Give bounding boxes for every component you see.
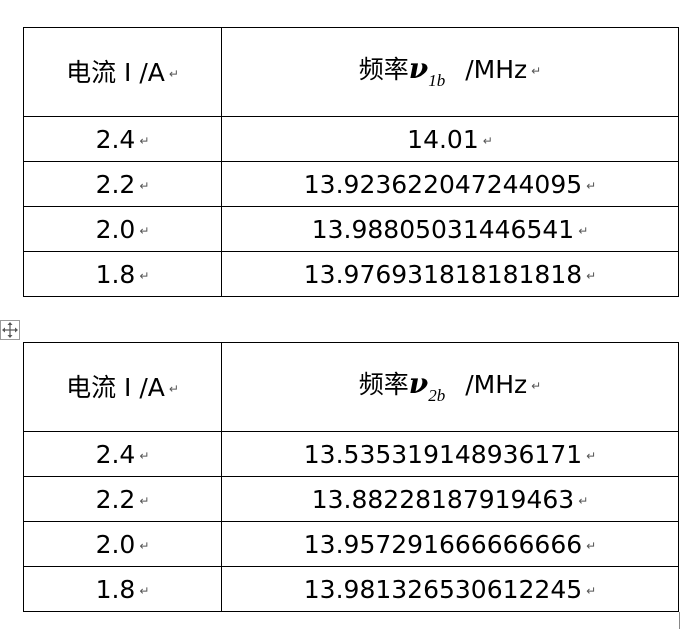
current-cell: 1.8 ↵ xyxy=(23,566,222,612)
table-row: 1.8 ↵ 13.976931818181818 ↵ xyxy=(23,251,679,297)
table-row: 2.4 ↵ 13.535319148936171 ↵ xyxy=(23,431,679,477)
paragraph-mark: ↵ xyxy=(531,379,542,393)
paragraph-mark: ↵ xyxy=(168,381,179,396)
paragraph-mark: ↵ xyxy=(168,66,179,81)
frequency-cell: 14.01 ↵ xyxy=(221,116,679,162)
header-current: 电流 I /A ↵ xyxy=(23,27,222,117)
table-header-row: 电流 I /A ↵ 频率ν1b/MHz ↵ xyxy=(23,27,679,117)
frequency-cell: 13.535319148936171 ↵ xyxy=(221,431,679,477)
header-frequency: 频率ν2b/MHz ↵ xyxy=(221,342,679,432)
table-row: 2.2 ↵ 13.88228187919463 ↵ xyxy=(23,476,679,522)
table-row: 2.2 ↵ 13.923622047244095 ↵ xyxy=(23,161,679,207)
table-move-handle[interactable] xyxy=(0,320,20,340)
frequency-cell: 13.976931818181818 ↵ xyxy=(221,251,679,297)
table-row: 1.8 ↵ 13.981326530612245 ↵ xyxy=(23,566,679,612)
nu-symbol: ν xyxy=(408,52,429,85)
margin-corner-mark xyxy=(679,612,680,629)
frequency-cell: 13.88228187919463 ↵ xyxy=(221,476,679,522)
current-cell: 2.2 ↵ xyxy=(23,476,222,522)
frequency-table-1b: 电流 I /A ↵ 频率ν1b/MHz ↵ 2.4 ↵ 14.01 ↵ 2.2 ↵ 13.… xyxy=(23,27,679,297)
current-cell: 2.4 ↵ xyxy=(23,116,222,162)
table-header-row: 电流 I /A ↵ 频率ν2b/MHz ↵ xyxy=(23,342,679,432)
nu-subscript: 2b xyxy=(428,386,446,405)
current-cell: 2.2 ↵ xyxy=(23,161,222,207)
current-cell: 2.0 ↵ xyxy=(23,206,222,252)
nu-symbol: ν xyxy=(408,367,429,400)
table-row: 2.0 ↵ 13.957291666666666 ↵ xyxy=(23,521,679,567)
nu-subscript: 1b xyxy=(428,71,446,90)
frequency-cell: 13.981326530612245 ↵ xyxy=(221,566,679,612)
frequency-table-2b: 电流 I /A ↵ 频率ν2b/MHz ↵ 2.4 ↵ 13.535319148936… xyxy=(23,342,679,612)
current-cell: 2.4 ↵ xyxy=(23,431,222,477)
table-row: 2.4 ↵ 14.01 ↵ xyxy=(23,116,679,162)
move-arrows-icon xyxy=(2,322,18,338)
current-cell: 1.8 ↵ xyxy=(23,251,222,297)
paragraph-mark: ↵ xyxy=(531,64,542,78)
table-row: 2.0 ↵ 13.98805031446541 ↵ xyxy=(23,206,679,252)
frequency-cell: 13.957291666666666 ↵ xyxy=(221,521,679,567)
header-frequency: 频率ν1b/MHz ↵ xyxy=(221,27,679,117)
current-cell: 2.0 ↵ xyxy=(23,521,222,567)
header-current: 电流 I /A ↵ xyxy=(23,342,222,432)
frequency-cell: 13.923622047244095 ↵ xyxy=(221,161,679,207)
frequency-cell: 13.98805031446541 ↵ xyxy=(221,206,679,252)
